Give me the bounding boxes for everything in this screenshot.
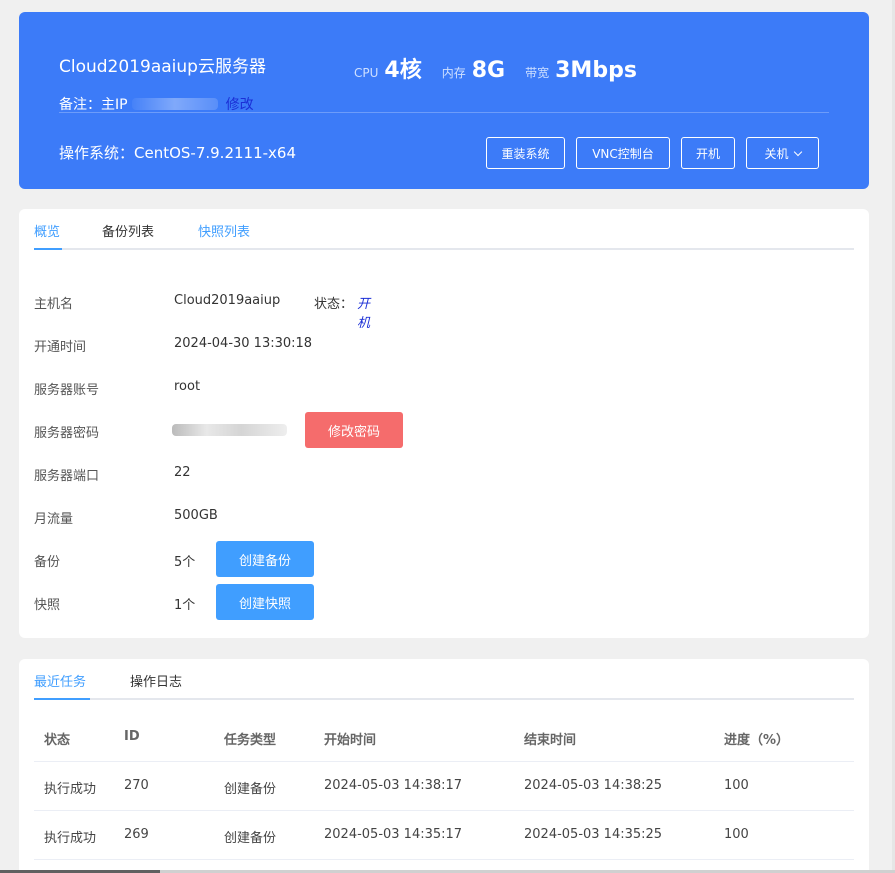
active-tab-indicator <box>34 248 62 250</box>
power-off-dropdown[interactable]: 关机 <box>746 137 819 169</box>
task-table: 状态 ID 任务类型 开始时间 结束时间 进度（%） 执行成功 270 创建备份… <box>34 711 854 860</box>
server-header-card: Cloud2019aaiup云服务器 CPU 4核 内存 8G 带宽 3Mbps… <box>19 12 869 189</box>
status-value: 开机 <box>357 297 371 331</box>
tab-overview[interactable]: 概览 <box>34 221 60 240</box>
port-value: 22 <box>174 465 191 480</box>
task-progress: 100 <box>724 778 749 793</box>
table-row: 执行成功 270 创建备份 2024-05-03 14:38:17 2024-0… <box>34 762 854 811</box>
cpu-value: 4核 <box>384 58 422 83</box>
vnc-console-button[interactable]: VNC控制台 <box>576 137 670 169</box>
task-end-time: 2024-05-03 14:38:25 <box>524 778 663 793</box>
change-password-button[interactable]: 修改密码 <box>305 412 403 448</box>
snapshot-count: 1个 <box>174 598 196 613</box>
header-actions: 重装系统 VNC控制台 开机 关机 <box>486 137 819 169</box>
tab-operation-log[interactable]: 操作日志 <box>130 671 182 690</box>
task-status: 执行成功 <box>44 831 97 846</box>
backup-label: 备份 <box>34 555 61 570</box>
table-header-row: 状态 ID 任务类型 开始时间 结束时间 进度（%） <box>34 711 854 762</box>
power-on-button[interactable]: 开机 <box>681 137 735 169</box>
task-progress: 100 <box>724 827 749 842</box>
create-snapshot-button[interactable]: 创建快照 <box>216 584 314 620</box>
create-backup-button[interactable]: 创建备份 <box>216 541 314 577</box>
task-end-time: 2024-05-03 14:35:25 <box>524 827 663 842</box>
bandwidth-value: 3Mbps <box>555 58 637 83</box>
tab-snapshot-list[interactable]: 快照列表 <box>198 221 250 240</box>
hostname-label: 主机名 <box>34 297 74 312</box>
table-row: 执行成功 269 创建备份 2024-05-03 14:35:17 2024-0… <box>34 811 854 860</box>
column-header: 任务类型 <box>224 733 277 748</box>
overview-card: 概览 备份列表 快照列表 主机名 Cloud2019aaiup 状态： 开机 开… <box>19 209 869 638</box>
task-type: 创建备份 <box>224 831 277 846</box>
os-info: 操作系统：CentOS-7.9.2111-x64 <box>59 144 297 162</box>
cpu-label: CPU <box>354 66 379 80</box>
column-header: ID <box>124 729 140 744</box>
memory-value: 8G <box>471 58 506 83</box>
column-header: 开始时间 <box>324 733 377 748</box>
password-redacted <box>172 424 287 436</box>
account-value: root <box>174 379 201 394</box>
memory-label: 内存 <box>441 66 466 80</box>
status-label: 状态： <box>314 297 354 312</box>
remark-label: 备注：主IP <box>59 97 128 113</box>
tasks-tabs: 最近任务 操作日志 <box>34 659 854 700</box>
backup-count: 5个 <box>174 555 196 570</box>
snapshot-label: 快照 <box>34 598 61 613</box>
hostname-value: Cloud2019aaiup <box>174 293 281 308</box>
bandwidth-label: 带宽 <box>525 66 550 80</box>
chevron-down-icon <box>793 147 802 156</box>
edit-remark-link[interactable]: 修改 <box>226 94 254 114</box>
account-label: 服务器账号 <box>34 383 100 398</box>
remark-row: 备注：主IP 修改 <box>59 94 254 114</box>
header-divider <box>59 112 829 113</box>
ip-redacted <box>131 98 218 110</box>
column-header: 进度（%） <box>724 733 790 748</box>
open-time-label: 开通时间 <box>34 340 87 355</box>
reinstall-button[interactable]: 重装系统 <box>486 137 565 169</box>
open-time-value: 2024-04-30 13:30:18 <box>174 336 313 351</box>
traffic-value: 500GB <box>174 508 218 523</box>
active-tab-indicator <box>34 698 90 700</box>
column-header: 结束时间 <box>524 733 577 748</box>
server-title: Cloud2019aaiup云服务器 <box>59 57 266 77</box>
tasks-card: 最近任务 操作日志 状态 ID 任务类型 开始时间 结束时间 进度（%） 执行成… <box>19 659 869 873</box>
traffic-label: 月流量 <box>34 512 74 527</box>
server-specs: CPU 4核 内存 8G 带宽 3Mbps <box>354 52 657 84</box>
password-label: 服务器密码 <box>34 426 100 441</box>
task-id: 270 <box>124 778 149 793</box>
task-start-time: 2024-05-03 14:38:17 <box>324 778 463 793</box>
overview-tabs: 概览 备份列表 快照列表 <box>34 209 854 250</box>
column-header: 状态 <box>44 733 71 748</box>
power-off-label: 关机 <box>764 146 789 161</box>
port-label: 服务器端口 <box>34 469 100 484</box>
task-start-time: 2024-05-03 14:35:17 <box>324 827 463 842</box>
task-id: 269 <box>124 827 149 842</box>
task-status: 执行成功 <box>44 782 97 797</box>
task-type: 创建备份 <box>224 782 277 797</box>
tab-backup-list[interactable]: 备份列表 <box>102 221 154 240</box>
tab-recent-tasks[interactable]: 最近任务 <box>34 671 86 690</box>
